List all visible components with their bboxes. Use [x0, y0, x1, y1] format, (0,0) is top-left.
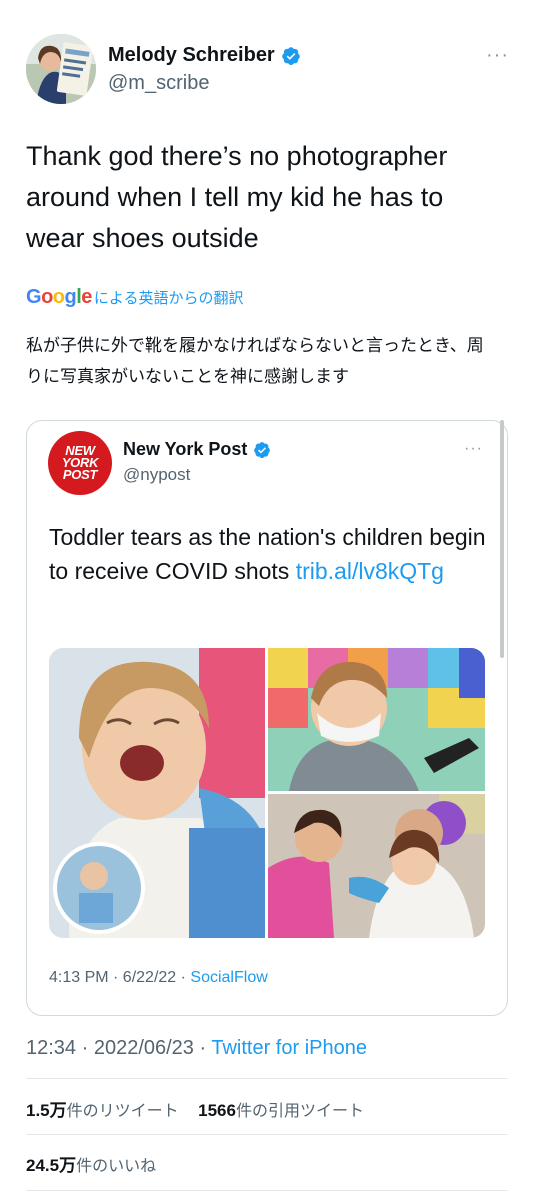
quoted-timestamp: 4:13 PM · 6/22/22 · [49, 969, 191, 986]
quoted-tweet-text: Toddler tears as the nation's children b… [49, 520, 489, 588]
likes-stat[interactable]: 24.5万件のいいね [26, 1151, 156, 1176]
tweet-timestamp: 12:34 · 2022/06/23 · [26, 1037, 212, 1059]
more-horizontal-icon[interactable]: ··· [486, 44, 509, 67]
quoted-author-handle[interactable]: @nypost [123, 465, 190, 485]
author-handle[interactable]: @m_scribe [108, 72, 209, 95]
likes-count: 24.5万 [26, 1156, 77, 1175]
translation-attribution[interactable]: Google による英語からの翻訳 [26, 286, 243, 309]
media-grid[interactable] [49, 648, 485, 938]
more-horizontal-icon[interactable]: ··· [464, 440, 483, 458]
google-letter: o [41, 286, 53, 308]
retweets-count: 1.5万 [26, 1101, 67, 1120]
author-avatar[interactable] [26, 34, 96, 104]
author-name-row[interactable]: Melody Schreiber [108, 44, 301, 67]
photo-boy-masked [268, 648, 485, 791]
verified-badge-icon [281, 46, 300, 65]
quotes-count: 1566 [198, 1101, 236, 1120]
quotes-stat[interactable]: 1566件の引用ツイート [198, 1101, 364, 1120]
scrollbar[interactable] [500, 420, 504, 658]
google-letter: e [81, 286, 92, 308]
google-letter: G [26, 286, 42, 308]
tweet-text: Thank god there’s no photographer around… [26, 141, 448, 253]
translation-label: による英語からの翻訳 [93, 290, 244, 307]
tweet-timestamp-row: 12:34 · 2022/06/23 · Twitter for iPhone [26, 1037, 367, 1060]
quoted-author-name: New York Post [123, 439, 248, 459]
quoted-timestamp-row: 4:13 PM · 6/22/22 · SocialFlow [49, 969, 268, 987]
logo-line: POST [62, 467, 98, 482]
divider [26, 1190, 508, 1191]
translated-text: 私が子供に外で靴を履かなければならないと言ったとき、周りに写真家がいないことを神… [26, 336, 484, 387]
author-name: Melody Schreiber [108, 44, 275, 66]
google-letter: g [64, 286, 77, 308]
retweets-stat[interactable]: 1.5万件のリツイート [26, 1101, 179, 1120]
retweet-quote-stats: 1.5万件のリツイート 1566件の引用ツイート [26, 1096, 364, 1121]
avatar-photo [26, 34, 96, 104]
quoted-source[interactable]: SocialFlow [190, 969, 267, 986]
tweet-source[interactable]: Twitter for iPhone [211, 1037, 367, 1059]
nypost-avatar[interactable]: NEW YORK POST [48, 431, 112, 495]
divider [26, 1134, 508, 1135]
quoted-author-name-row[interactable]: New York Post [123, 439, 271, 460]
quotes-label: 件の引用ツイート [235, 1101, 364, 1120]
likes-label: 件のいいね [76, 1156, 157, 1175]
media-photos [49, 648, 485, 938]
google-logo-icon: Google [26, 286, 92, 309]
retweets-label: 件のリツイート [66, 1101, 179, 1120]
divider [26, 1078, 508, 1079]
verified-badge-icon [254, 441, 271, 458]
quoted-link[interactable]: trib.al/lv8kQTg [296, 558, 444, 584]
photo-crying-toddler [49, 648, 265, 938]
google-letter: o [52, 286, 65, 308]
photo-girl-nurse [268, 794, 485, 938]
